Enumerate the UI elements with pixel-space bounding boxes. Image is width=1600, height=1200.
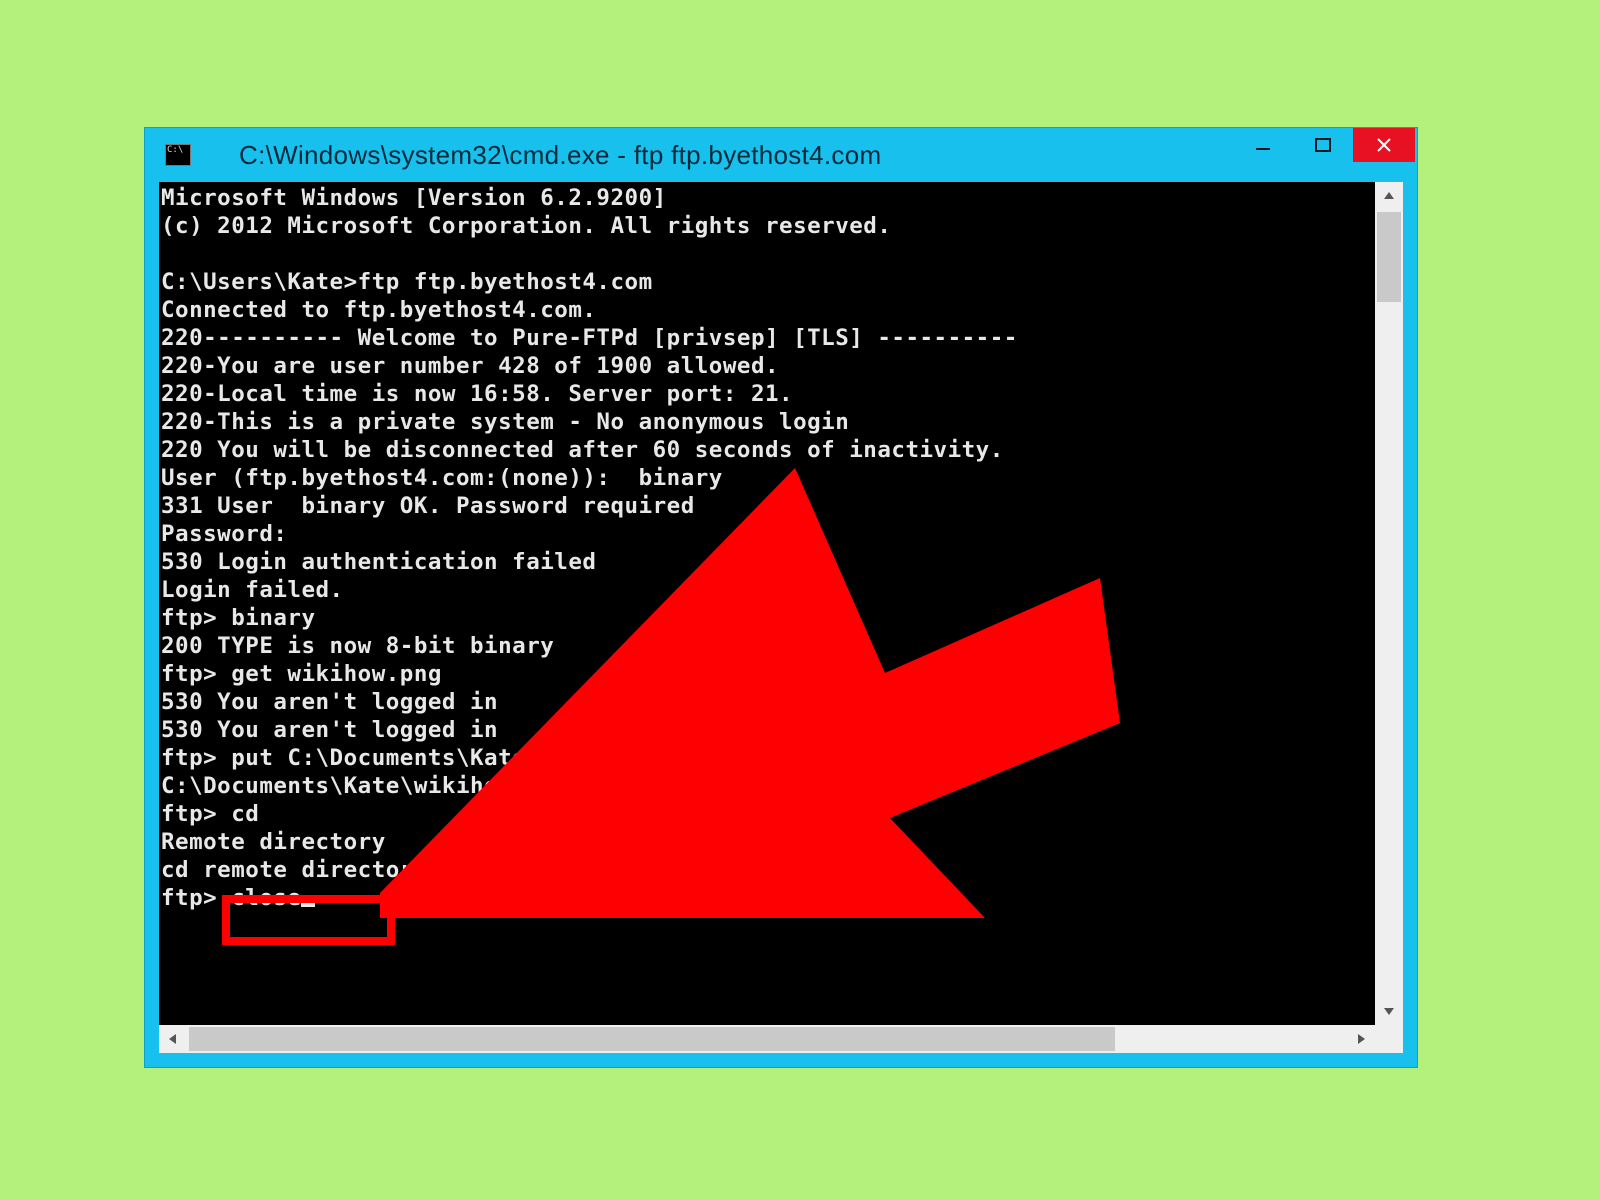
vertical-scroll-thumb[interactable] bbox=[1377, 212, 1401, 302]
scroll-up-icon[interactable] bbox=[1375, 182, 1403, 210]
terminal-output[interactable]: Microsoft Windows [Version 6.2.9200] (c)… bbox=[159, 182, 1375, 1025]
horizontal-scroll-thumb[interactable] bbox=[189, 1027, 1115, 1051]
terminal-client-area: Microsoft Windows [Version 6.2.9200] (c)… bbox=[159, 182, 1403, 1053]
scroll-down-icon[interactable] bbox=[1375, 997, 1403, 1025]
window-title: C:\Windows\system32\cmd.exe - ftp ftp.by… bbox=[239, 140, 881, 171]
cmd-icon bbox=[165, 144, 191, 166]
scroll-right-icon[interactable] bbox=[1347, 1025, 1375, 1053]
scrollbar-corner bbox=[1375, 1025, 1403, 1053]
minimize-button[interactable] bbox=[1233, 128, 1293, 162]
horizontal-scrollbar[interactable] bbox=[159, 1025, 1375, 1053]
window-controls bbox=[1233, 128, 1415, 162]
cmd-window: C:\Windows\system32\cmd.exe - ftp ftp.by… bbox=[145, 128, 1417, 1067]
vertical-scrollbar[interactable] bbox=[1375, 182, 1403, 1025]
scroll-left-icon[interactable] bbox=[159, 1025, 187, 1053]
title-bar[interactable]: C:\Windows\system32\cmd.exe - ftp ftp.by… bbox=[147, 130, 1415, 180]
maximize-button[interactable] bbox=[1293, 128, 1353, 162]
close-button[interactable] bbox=[1353, 128, 1415, 162]
